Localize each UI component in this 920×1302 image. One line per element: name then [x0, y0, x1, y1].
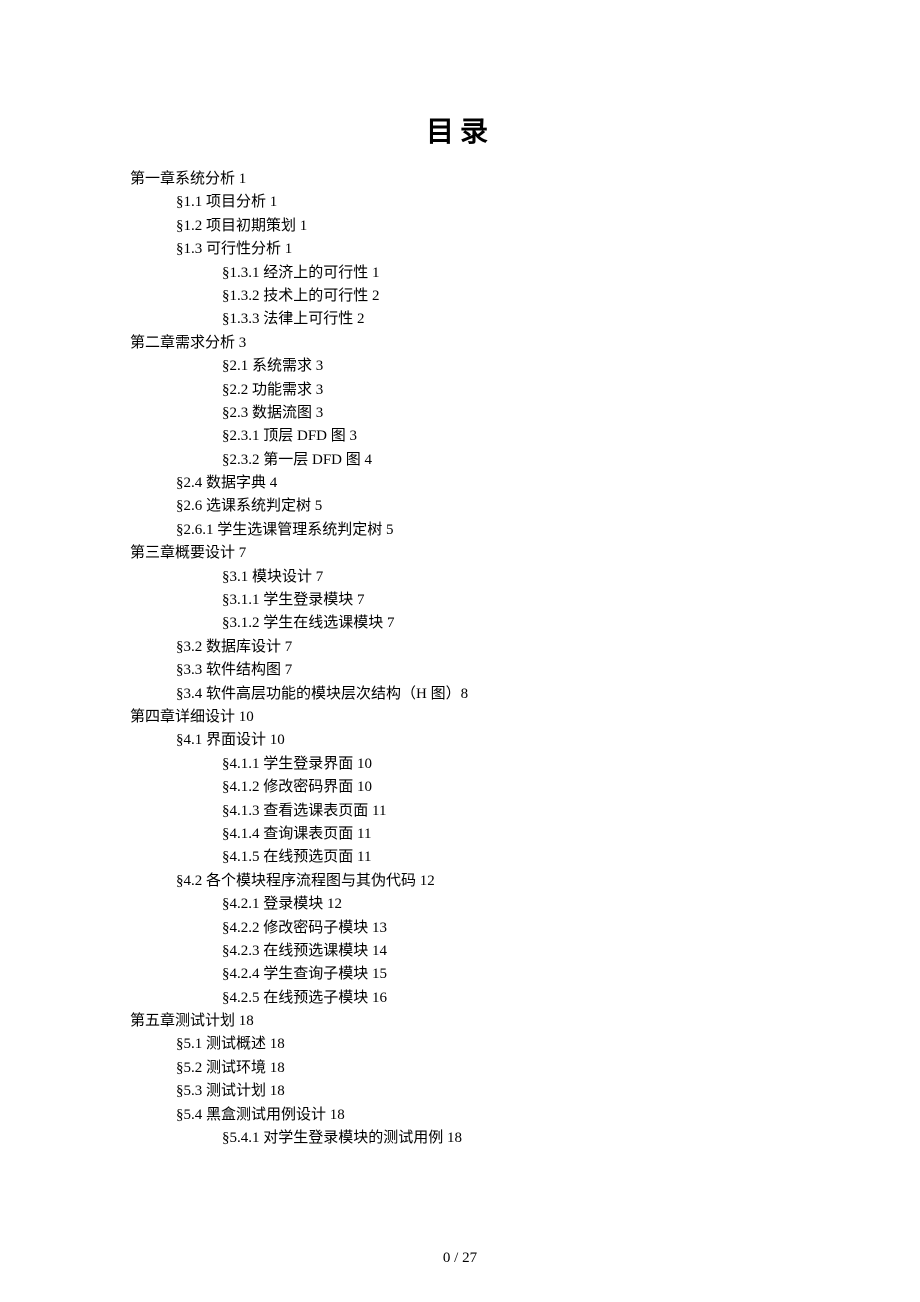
- toc-entry: §5.3 测试计划 18: [130, 1080, 790, 1103]
- toc-entry: §4.2.1 登录模块 12: [130, 893, 790, 916]
- toc-entry: §5.4.1 对学生登录模块的测试用例 18: [130, 1127, 790, 1150]
- toc-entry: §2.2 功能需求 3: [130, 379, 790, 402]
- toc-entry: §4.2.5 在线预选子模块 16: [130, 987, 790, 1010]
- toc-entry: §1.3.2 技术上的可行性 2: [130, 285, 790, 308]
- toc-entry: §2.3.1 顶层 DFD 图 3: [130, 425, 790, 448]
- toc-entry: §1.3.1 经济上的可行性 1: [130, 262, 790, 285]
- toc-entry: §2.4 数据字典 4: [130, 472, 790, 495]
- page-number: 0 / 27: [0, 1250, 920, 1267]
- toc-entry: §2.6 选课系统判定树 5: [130, 495, 790, 518]
- toc-entry: §3.1 模块设计 7: [130, 566, 790, 589]
- toc-entry: §1.3.3 法律上可行性 2: [130, 308, 790, 331]
- toc-entry: 第一章系统分析 1: [130, 168, 790, 191]
- toc-entry: §4.1.4 查询课表页面 11: [130, 823, 790, 846]
- toc-entry: §5.2 测试环境 18: [130, 1057, 790, 1080]
- toc-entry: 第二章需求分析 3: [130, 332, 790, 355]
- toc-entry: §2.3.2 第一层 DFD 图 4: [130, 449, 790, 472]
- document-page: 目录 第一章系统分析 1§1.1 项目分析 1§1.2 项目初期策划 1§1.3…: [0, 0, 920, 1210]
- toc-entry: §4.1.3 查看选课表页面 11: [130, 800, 790, 823]
- toc-entry: §1.2 项目初期策划 1: [130, 215, 790, 238]
- toc-entry: §4.2 各个模块程序流程图与其伪代码 12: [130, 870, 790, 893]
- toc-entry: §4.1.5 在线预选页面 11: [130, 846, 790, 869]
- toc-entry: 第四章详细设计 10: [130, 706, 790, 729]
- toc-entry: 第五章测试计划 18: [130, 1010, 790, 1033]
- page-title: 目录: [130, 110, 790, 150]
- toc-entry: 第三章概要设计 7: [130, 542, 790, 565]
- toc-entry: §4.1.2 修改密码界面 10: [130, 776, 790, 799]
- toc-entry: §5.1 测试概述 18: [130, 1033, 790, 1056]
- toc-entry: §4.1 界面设计 10: [130, 729, 790, 752]
- table-of-contents: 第一章系统分析 1§1.1 项目分析 1§1.2 项目初期策划 1§1.3 可行…: [130, 168, 790, 1150]
- toc-entry: §3.4 软件高层功能的模块层次结构（H 图）8: [130, 683, 790, 706]
- toc-entry: §2.3 数据流图 3: [130, 402, 790, 425]
- toc-entry: §3.1.2 学生在线选课模块 7: [130, 612, 790, 635]
- toc-entry: §4.1.1 学生登录界面 10: [130, 753, 790, 776]
- toc-entry: §4.2.4 学生查询子模块 15: [130, 963, 790, 986]
- toc-entry: §2.1 系统需求 3: [130, 355, 790, 378]
- toc-entry: §5.4 黑盒测试用例设计 18: [130, 1104, 790, 1127]
- toc-entry: §3.1.1 学生登录模块 7: [130, 589, 790, 612]
- toc-entry: §4.2.3 在线预选课模块 14: [130, 940, 790, 963]
- toc-entry: §2.6.1 学生选课管理系统判定树 5: [130, 519, 790, 542]
- toc-entry: §1.1 项目分析 1: [130, 191, 790, 214]
- toc-entry: §3.3 软件结构图 7: [130, 659, 790, 682]
- toc-entry: §3.2 数据库设计 7: [130, 636, 790, 659]
- toc-entry: §1.3 可行性分析 1: [130, 238, 790, 261]
- toc-entry: §4.2.2 修改密码子模块 13: [130, 917, 790, 940]
